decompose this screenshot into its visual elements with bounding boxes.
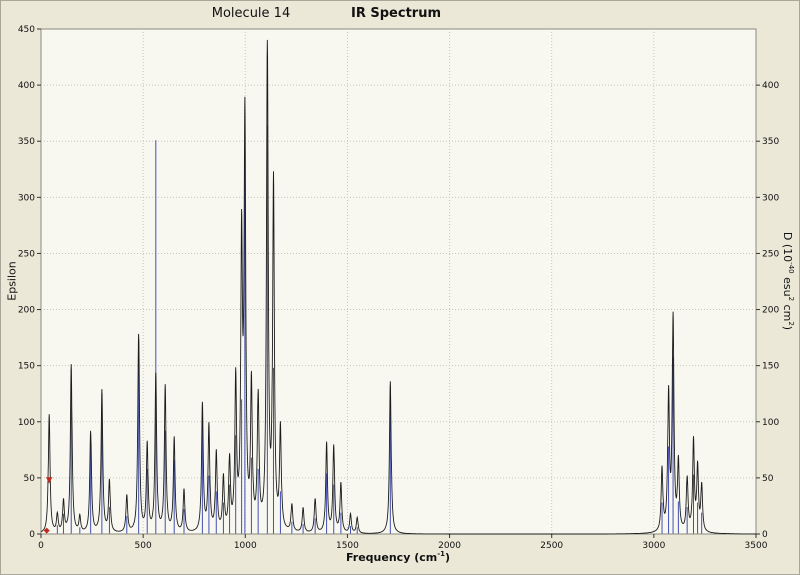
x-tick-label: 0 xyxy=(38,541,44,551)
x-axis-title: Frequency (cm-1) xyxy=(345,550,451,564)
right-tick-label: 0 xyxy=(762,530,768,540)
right-tick-label: 200 xyxy=(762,306,779,316)
right-tick-label: 250 xyxy=(762,249,779,259)
right-tick-label: 400 xyxy=(762,81,779,91)
left-tick-label: 0 xyxy=(29,530,35,540)
right-tick-label: 100 xyxy=(762,418,779,428)
right-axis-title: D (10-40 esu2 cm2) xyxy=(781,231,795,331)
left-tick-label: 100 xyxy=(18,418,35,428)
left-tick-label: 450 xyxy=(18,25,35,35)
left-tick-label: 150 xyxy=(18,362,35,372)
x-tick-label: 3500 xyxy=(745,541,768,551)
spectrum-window: Molecule 14 IR Spectrum 0 500 1000 1500 2000… xyxy=(0,0,800,575)
plot-background xyxy=(40,28,757,535)
x-tick-label: 1000 xyxy=(234,541,257,551)
ir-spectrum-plot[interactable]: 0 500 1000 1500 2000 2500 3000 3500050100150200… xyxy=(1,1,800,575)
x-tick-label: 500 xyxy=(135,541,152,551)
right-tick-label: 50 xyxy=(762,474,774,484)
left-tick-label: 50 xyxy=(24,474,36,484)
right-tick-label: 150 xyxy=(762,362,779,372)
left-tick-label: 250 xyxy=(18,249,35,259)
x-tick-label: 2500 xyxy=(540,541,563,551)
x-tick-label: 3000 xyxy=(642,541,665,551)
left-tick-label: 400 xyxy=(18,81,35,91)
right-tick-label: 350 xyxy=(762,137,779,147)
left-axis-title: Epsilon xyxy=(5,261,19,301)
left-tick-label: 350 xyxy=(18,137,35,147)
left-tick-label: 200 xyxy=(18,306,35,316)
left-tick-label: 300 xyxy=(18,193,35,203)
right-tick-label: 300 xyxy=(762,193,779,203)
